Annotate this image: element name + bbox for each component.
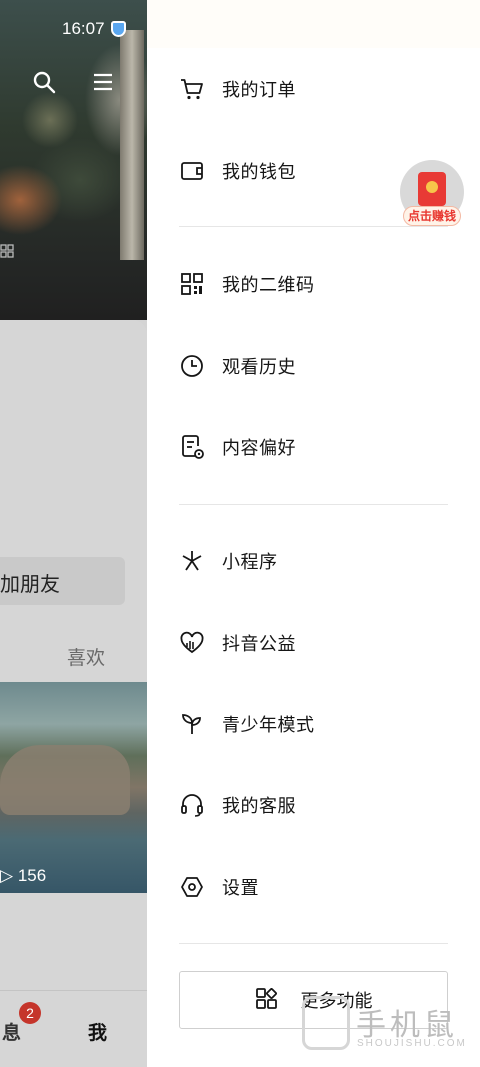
wallet-icon [179,158,205,184]
charity-heart-icon [179,630,205,656]
menu-icon[interactable] [92,72,114,92]
bottom-nav [0,990,147,1067]
profile-card [0,320,147,1020]
play-count-value: 156 [17,866,47,885]
menu-item-label: 内容偏好 [222,438,296,459]
divider [179,226,448,227]
menu-item-charity[interactable]: 抖音公益 [179,623,459,663]
profile-background: 16:07 加朋友 喜欢 ▷ 156 息 2 我 [0,0,147,1067]
menu-item-settings[interactable]: 设置 [179,867,459,907]
sprout-icon [179,711,205,737]
add-friend-label: 加朋友 [0,572,60,596]
status-time: 16:07 [62,19,105,38]
menu-item-mini-programs[interactable]: 小程序 [179,541,459,581]
menu-item-label: 我的订单 [222,80,296,101]
settings-hexagon-icon [179,874,205,900]
menu-item-preferences[interactable]: 内容偏好 [179,427,459,467]
mini-program-icon [179,548,205,574]
menu-item-label: 抖音公益 [222,634,296,655]
nav-me[interactable]: 我 [88,1018,107,1045]
video-play-count: ▷ 156 [0,866,46,886]
coin-icon [426,181,438,193]
menu-item-label: 青少年模式 [222,715,315,736]
menu-item-label: 小程序 [222,552,278,573]
shield-icon [111,21,126,37]
tab-likes[interactable]: 喜欢 [67,643,105,670]
menu-item-history[interactable]: 观看历史 [179,346,459,386]
messages-badge: 2 [19,1002,41,1024]
menu-item-label: 我的钱包 [222,162,296,183]
menu-item-teen-mode[interactable]: 青少年模式 [179,704,459,744]
menu-item-label: 观看历史 [222,357,296,378]
menu-item-label: 我的客服 [222,796,296,817]
menu-item-customer-service[interactable]: 我的客服 [179,785,459,825]
play-icon: ▷ [0,866,14,885]
search-icon[interactable] [32,70,56,94]
divider [179,504,448,505]
menu-item-orders[interactable]: 我的订单 [179,69,459,109]
watermark-subtext: SHOUJISHU.COM [357,1038,467,1049]
clock-icon [179,353,205,379]
grid-icon [0,244,14,258]
menu-item-label: 我的二维码 [222,275,315,296]
red-packet-label: 点击赚钱 [403,206,461,226]
nav-messages[interactable]: 息 [2,1018,21,1045]
cart-icon [179,76,205,102]
divider [179,943,448,944]
preference-icon [179,434,205,460]
menu-item-qrcode[interactable]: 我的二维码 [179,264,459,304]
headset-icon [179,792,205,818]
video-rock-shape [0,745,130,815]
drawer-top-area [147,0,480,48]
qr-code-icon [179,271,205,297]
cover-pillar [120,30,144,260]
watermark-mouse-icon [302,996,350,1050]
menu-item-label: 设置 [222,878,259,899]
side-drawer: 我的订单 我的钱包 点击赚钱 我的二维码 观看历史 内容偏好 小程序 抖音公益 … [147,0,480,1067]
apps-icon [255,988,277,1009]
